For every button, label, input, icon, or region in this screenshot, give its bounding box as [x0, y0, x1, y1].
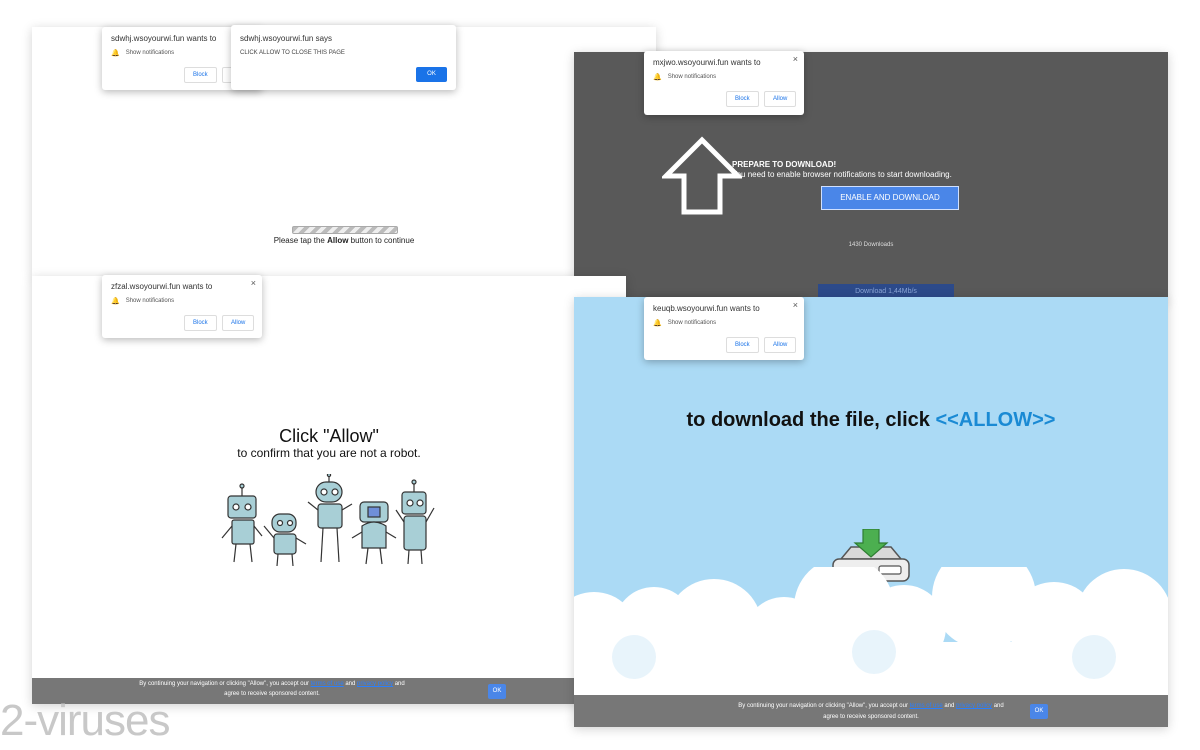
- notification-prompt: keuqb.wsoyourwi.fun wants to × 🔔 Show not…: [644, 297, 804, 360]
- terms-link[interactable]: terms of use: [910, 703, 943, 709]
- cookie-ok-button[interactable]: OK: [488, 684, 506, 699]
- cookie-text: By continuing your navigation or clickin…: [738, 703, 1004, 709]
- cookie-banner: By continuing your navigation or clickin…: [574, 695, 1168, 727]
- bell-icon: 🔔: [653, 320, 662, 327]
- download-heading: to download the file, click <<ALLOW>>: [686, 409, 1056, 431]
- close-icon[interactable]: ×: [251, 278, 256, 288]
- tap-allow-instruction: Please tap the Allow button to continue: [273, 236, 415, 245]
- notification-title: sdwhj.wsoyourwi.fun wants to: [111, 34, 217, 43]
- notification-permission: 🔔 Show notifications: [111, 50, 175, 57]
- allow-button[interactable]: Allow: [764, 337, 797, 353]
- close-icon[interactable]: ×: [793, 300, 798, 310]
- alert-dialog: sdwhj.wsoyourwi.fun says CLICK ALLOW TO …: [231, 25, 456, 90]
- dialog-ok-button[interactable]: OK: [416, 67, 447, 82]
- notification-title: keuqb.wsoyourwi.fun wants to: [653, 304, 760, 313]
- allow-button[interactable]: Allow: [764, 91, 797, 107]
- clouds-decoration: [574, 567, 1168, 697]
- notification-prompt: zfzal.wsoyourwi.fun wants to × 🔔 Show not…: [102, 275, 262, 338]
- progress-bar: [292, 226, 398, 234]
- bell-icon: 🔔: [653, 74, 662, 81]
- robot-confirm-subtitle: to confirm that you are not a robot.: [237, 446, 421, 460]
- cookie-text: By continuing your navigation or clickin…: [139, 681, 405, 687]
- robots-illustration: [221, 474, 435, 567]
- notification-title: mxjwo.wsoyourwi.fun wants to: [653, 58, 761, 67]
- prepare-title: PREPARE TO DOWNLOAD!: [732, 160, 837, 169]
- notification-permission: 🔔 Show notifications: [653, 74, 717, 81]
- bell-icon: 🔔: [111, 50, 120, 57]
- bell-icon: 🔔: [111, 298, 120, 305]
- block-button[interactable]: Block: [184, 315, 217, 331]
- prepare-message: You need to enable browser notifications…: [732, 170, 952, 179]
- allow-button[interactable]: Allow: [222, 315, 255, 331]
- cookie-text-line2: agree to receive sponsored content.: [823, 714, 919, 720]
- block-button[interactable]: Block: [726, 91, 759, 107]
- dialog-title: sdwhj.wsoyourwi.fun says: [240, 34, 333, 43]
- page-download-file: to download the file, click <<ALLOW>> By…: [574, 297, 1168, 727]
- watermark-logo: 2-viruses: [0, 696, 170, 745]
- block-button[interactable]: Block: [726, 337, 759, 353]
- notification-permission: 🔔 Show notifications: [653, 320, 717, 327]
- page-not-a-robot: Click "Allow" to confirm that you are no…: [32, 276, 626, 704]
- block-button[interactable]: Block: [184, 67, 217, 83]
- cookie-ok-button[interactable]: OK: [1030, 704, 1048, 719]
- notification-title: zfzal.wsoyourwi.fun wants to: [111, 282, 213, 291]
- enable-and-download-button[interactable]: ENABLE AND DOWNLOAD: [821, 186, 959, 210]
- privacy-link[interactable]: privacy policy: [357, 681, 393, 687]
- notification-prompt: mxjwo.wsoyourwi.fun wants to × 🔔 Show not…: [644, 51, 804, 115]
- downloads-count: 1430 Downloads: [848, 242, 894, 248]
- close-icon[interactable]: ×: [793, 54, 798, 64]
- privacy-link[interactable]: privacy policy: [956, 703, 992, 709]
- up-arrow-icon: [662, 136, 742, 215]
- terms-link[interactable]: terms of use: [311, 681, 344, 687]
- dialog-message: CLICK ALLOW TO CLOSE THIS PAGE: [240, 50, 345, 56]
- notification-permission: 🔔 Show notifications: [111, 298, 175, 305]
- click-allow-heading: Click "Allow": [279, 426, 379, 446]
